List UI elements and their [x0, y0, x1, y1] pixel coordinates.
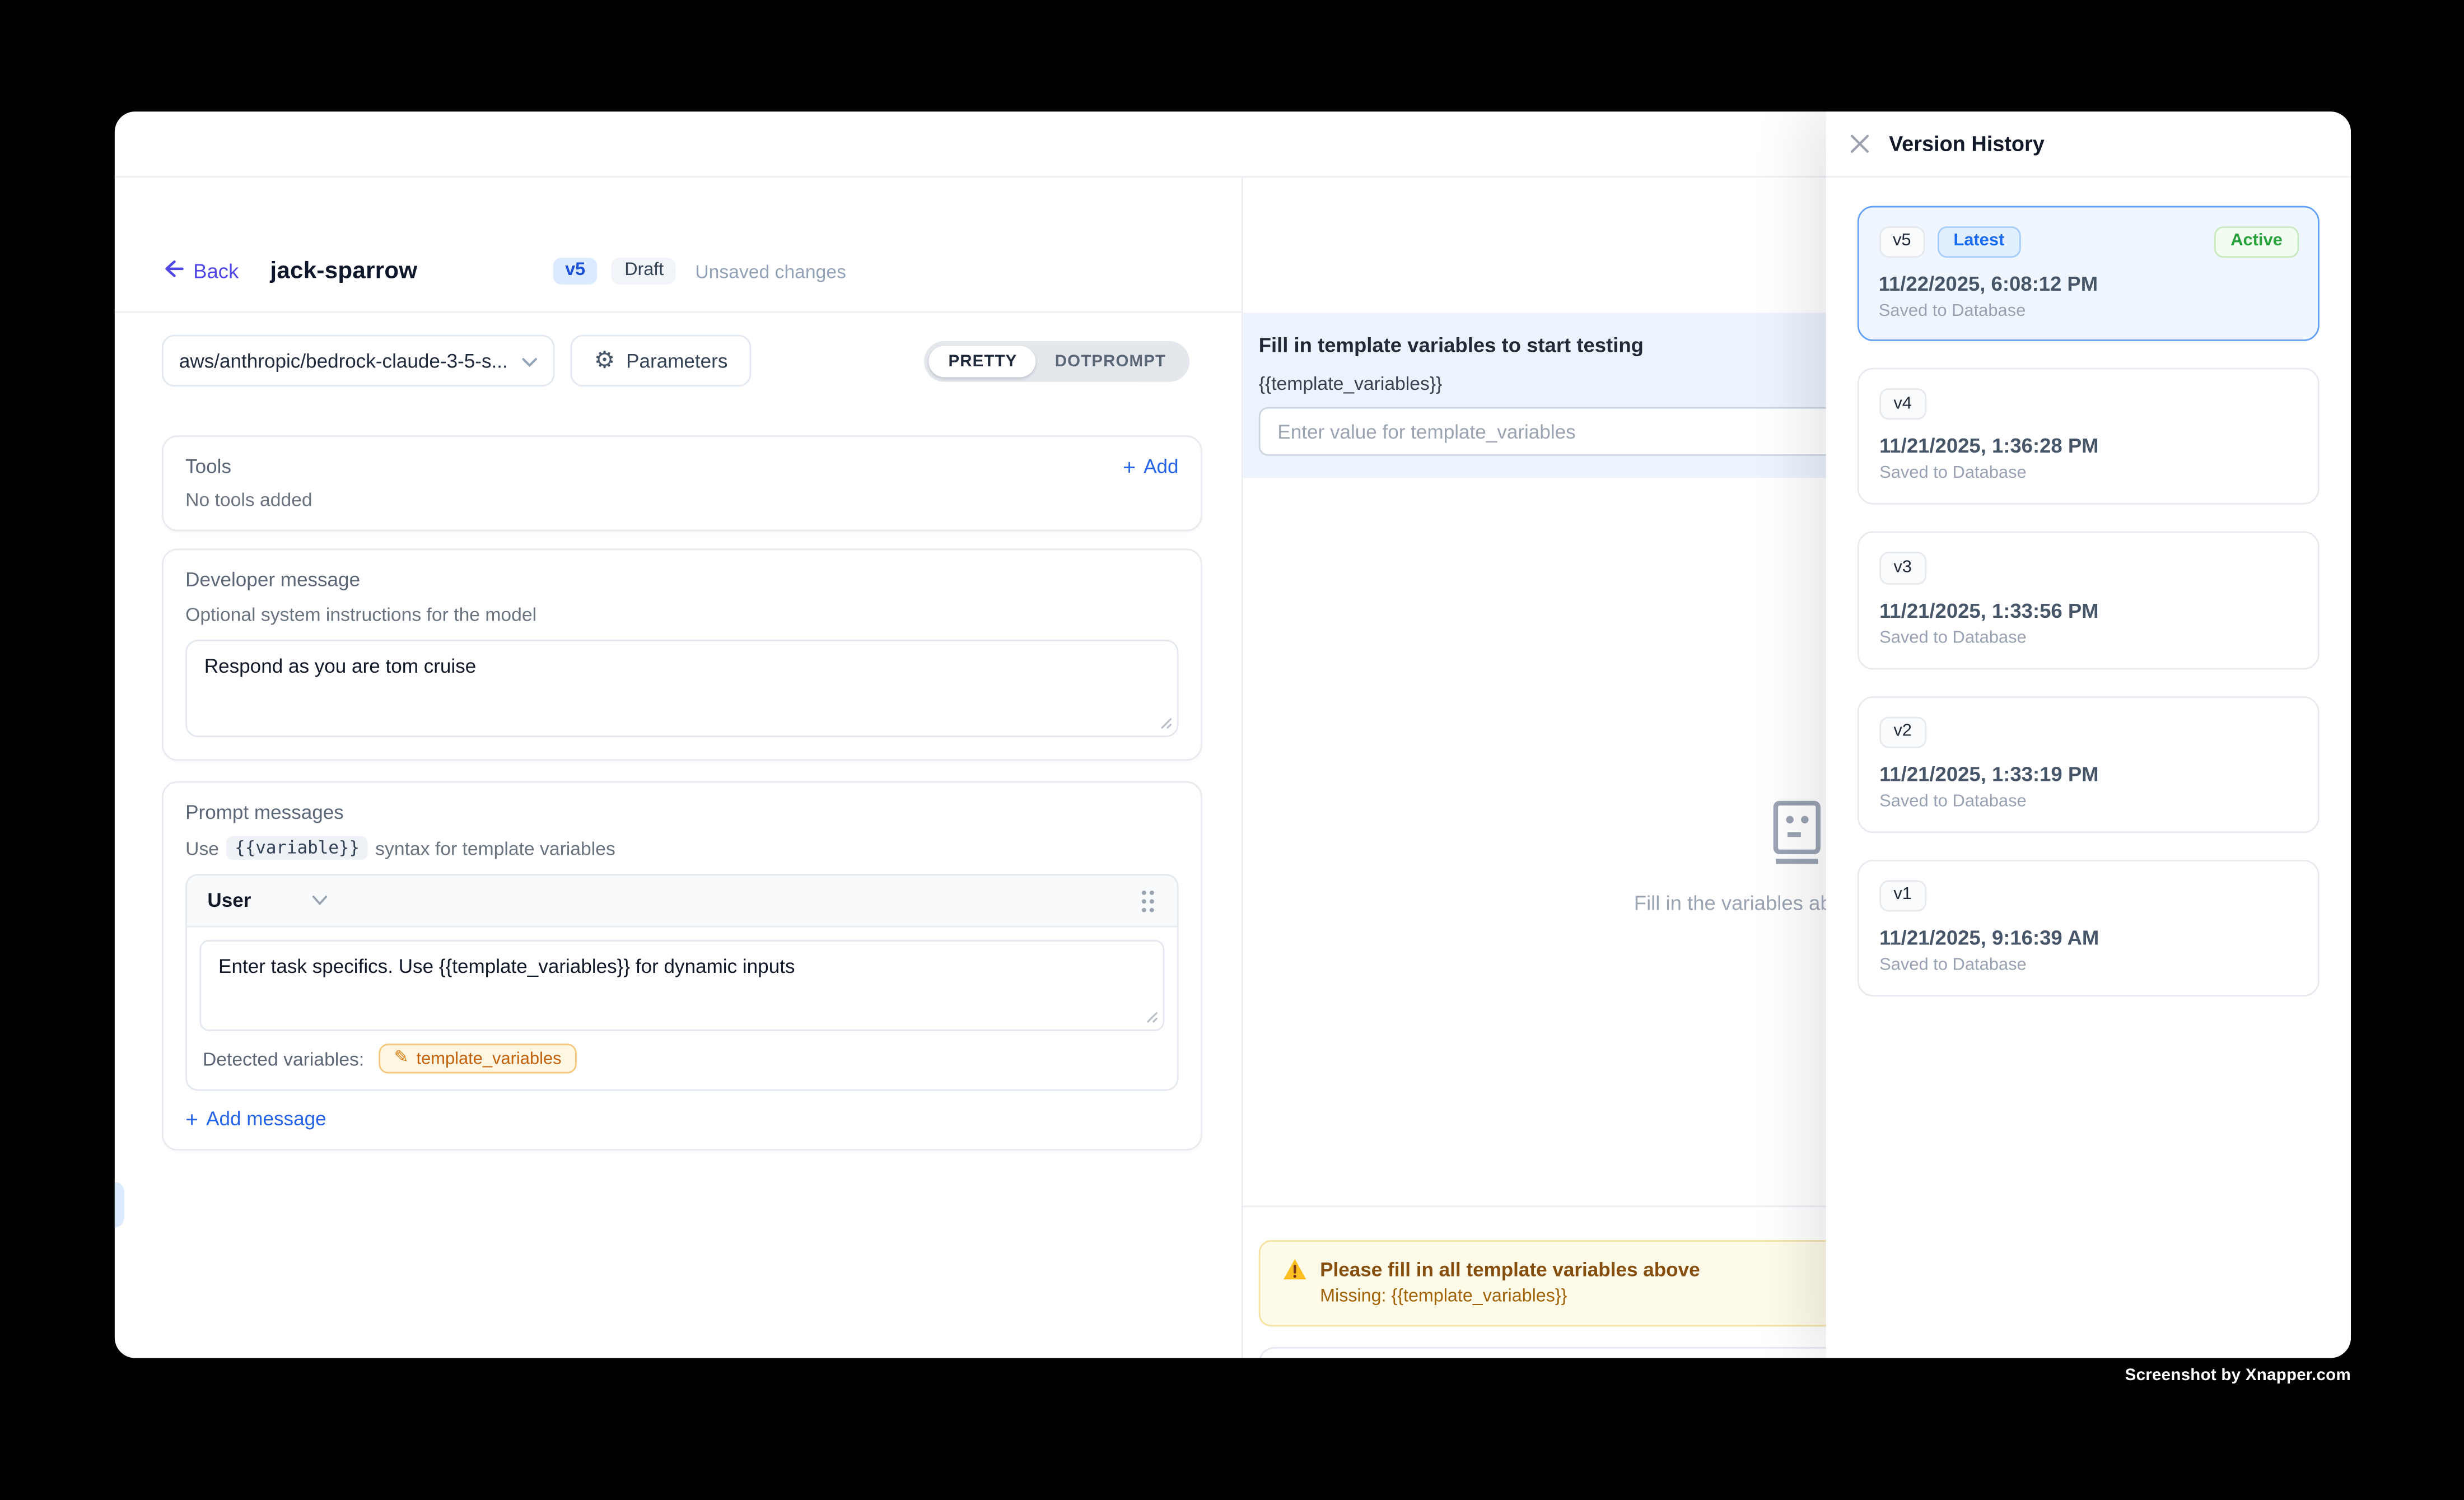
chevron-down-icon[interactable] [311, 895, 328, 907]
drag-handle-icon[interactable] [1139, 887, 1156, 914]
developer-message-card: Developer message Optional system instru… [162, 548, 1202, 761]
role-select[interactable]: User [207, 889, 251, 911]
version-list: v5 Latest Active 11/22/2025, 6:08:12 PM … [1826, 178, 2351, 1024]
model-select[interactable]: aws/anthropic/bedrock-claude-3-5-s... [162, 335, 555, 387]
toggle-pretty[interactable]: PRETTY [930, 345, 1036, 376]
add-message-label: Add message [206, 1108, 326, 1130]
version-timestamp: 11/21/2025, 1:33:19 PM [1879, 762, 2297, 785]
editor-header: Back jack-sparrow v5 Draft Unsaved chang… [115, 178, 1242, 313]
version-card-v3[interactable]: v3 11/21/2025, 1:33:56 PM Saved to Datab… [1858, 532, 2320, 669]
close-icon [1850, 134, 1870, 154]
version-timestamp: 11/22/2025, 6:08:12 PM [1879, 272, 2298, 295]
variable-syntax-chip: {{variable}} [227, 836, 367, 860]
detected-variable-name: template_variables [416, 1049, 561, 1068]
message-role-row: User [187, 875, 1177, 928]
add-tool-button[interactable]: + Add [1123, 456, 1178, 478]
gear-icon: ⚙ [594, 349, 615, 372]
use-suffix: syntax for template variables [375, 837, 615, 859]
watermark-text: Screenshot by Xnapper.com [2125, 1366, 2351, 1385]
message-textarea[interactable]: Enter task specifics. Use {{template_var… [199, 940, 1164, 1031]
version-history-panel: Version History v5 Latest Active 11/22/2… [1826, 111, 2351, 1358]
prompt-messages-subtitle: Use {{variable}} syntax for template var… [185, 836, 1178, 860]
detected-variable-chip[interactable]: ✎ template_variables [379, 1044, 577, 1073]
version-number-badge: v1 [1879, 880, 1926, 912]
version-timestamp: 11/21/2025, 1:33:56 PM [1879, 598, 2297, 622]
tools-title: Tools [185, 456, 231, 478]
prompt-messages-title: Prompt messages [185, 802, 1178, 823]
pencil-icon: ✎ [394, 1050, 409, 1067]
version-storage: Saved to Database [1879, 792, 2297, 811]
version-history-header: Version History [1826, 111, 2351, 178]
plus-icon: + [185, 1108, 198, 1130]
edge-tab [115, 1182, 124, 1227]
version-timestamp: 11/21/2025, 9:16:39 AM [1879, 926, 2297, 949]
plus-icon: + [1123, 456, 1136, 478]
model-toolbar: aws/anthropic/bedrock-claude-3-5-s... ⚙ … [162, 335, 1202, 387]
version-storage: Saved to Database [1879, 464, 2297, 483]
version-badge: v5 [553, 258, 598, 285]
version-card-v2[interactable]: v2 11/21/2025, 1:33:19 PM Saved to Datab… [1858, 696, 2320, 833]
version-timestamp: 11/21/2025, 1:36:28 PM [1879, 435, 2297, 458]
draft-badge: Draft [612, 258, 676, 285]
back-arrow-icon [162, 258, 184, 285]
view-mode-toggle: PRETTY DOTPROMPT [925, 341, 1189, 381]
parameters-label: Parameters [626, 350, 727, 371]
toggle-dotprompt[interactable]: DOTPROMPT [1036, 345, 1185, 376]
version-storage: Saved to Database [1879, 628, 2297, 647]
app-window: Back jack-sparrow v5 Draft Unsaved chang… [115, 111, 2351, 1358]
developer-message-subtitle: Optional system instructions for the mod… [185, 604, 1178, 626]
chevron-down-icon [522, 350, 538, 371]
version-storage: Saved to Database [1879, 301, 2298, 320]
developer-message-title: Developer message [185, 569, 1178, 591]
version-number-badge: v2 [1879, 716, 1926, 748]
editor-body: aws/anthropic/bedrock-claude-3-5-s... ⚙ … [115, 313, 1242, 1150]
warning-icon [1282, 1257, 1308, 1281]
prompt-message-block: User [185, 874, 1178, 1091]
use-prefix: Use [185, 837, 219, 859]
prompt-messages-card: Prompt messages Use {{variable}} syntax … [162, 781, 1202, 1150]
version-card-v1[interactable]: v1 11/21/2025, 9:16:39 AM Saved to Datab… [1858, 859, 2320, 996]
back-button[interactable]: Back [162, 258, 239, 285]
version-number-badge: v3 [1879, 552, 1926, 584]
detected-variables-label: Detected variables: [203, 1047, 364, 1069]
version-number-badge: v4 [1879, 389, 1926, 421]
parameters-button[interactable]: ⚙ Parameters [571, 335, 752, 387]
version-card-v5[interactable]: v5 Latest Active 11/22/2025, 6:08:12 PM … [1858, 206, 2320, 342]
version-number-badge: v5 [1879, 226, 1925, 258]
screenshot-stage: Back jack-sparrow v5 Draft Unsaved chang… [0, 0, 2464, 1499]
back-label: Back [193, 259, 239, 283]
active-badge: Active [2215, 226, 2298, 258]
bot-face-icon [1772, 800, 1821, 864]
close-button[interactable] [1850, 134, 1870, 154]
version-storage: Saved to Database [1879, 956, 2297, 975]
latest-badge: Latest [1938, 226, 2020, 258]
add-message-button[interactable]: + Add message [185, 1108, 1178, 1130]
unsaved-changes-text: Unsaved changes [695, 260, 846, 282]
prompt-editor-pane: Back jack-sparrow v5 Draft Unsaved chang… [115, 178, 1243, 1358]
model-select-value: aws/anthropic/bedrock-claude-3-5-s... [179, 350, 508, 371]
page-title: jack-sparrow [270, 258, 417, 285]
developer-message-textarea[interactable]: Respond as you are tom cruise [185, 640, 1178, 737]
version-history-title: Version History [1889, 132, 2045, 156]
tools-empty-text: No tools added [185, 489, 1178, 511]
add-tool-label: Add [1144, 456, 1178, 478]
warning-title: Please fill in all template variables ab… [1320, 1258, 1700, 1280]
version-card-v4[interactable]: v4 11/21/2025, 1:36:28 PM Saved to Datab… [1858, 368, 2320, 505]
tools-card: Tools + Add No tools added [162, 435, 1202, 531]
detected-variables-row: Detected variables: ✎ template_variables [187, 1031, 1177, 1089]
